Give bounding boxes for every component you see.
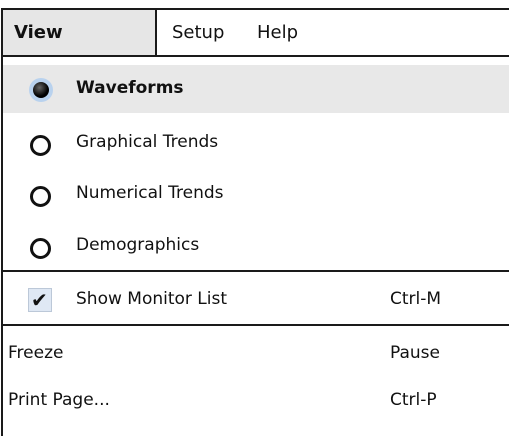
radio-unselected-icon bbox=[30, 135, 51, 156]
menu-view-label: View bbox=[14, 22, 63, 43]
menu-bar: View Setup Help bbox=[0, 0, 509, 58]
menu-item-demographics-label: Demographics bbox=[76, 235, 200, 255]
menu-item-demographics[interactable]: Demographics bbox=[3, 222, 509, 270]
radio-unselected-icon bbox=[30, 186, 51, 207]
menu-item-show-monitor-list-label: Show Monitor List bbox=[76, 289, 228, 309]
menu-item-freeze-label: Freeze bbox=[8, 343, 64, 363]
shortcut-label: Ctrl-P bbox=[390, 390, 437, 410]
menu-item-numerical-trends-label: Numerical Trends bbox=[76, 183, 224, 203]
menu-item-show-monitor-list[interactable]: ✔ Show Monitor List Ctrl-M bbox=[3, 276, 509, 324]
menu-view[interactable]: View bbox=[1, 8, 157, 57]
menu-separator bbox=[3, 324, 509, 326]
shortcut-label: Pause bbox=[390, 343, 440, 363]
radio-unselected-icon bbox=[30, 238, 51, 259]
menu-item-graphical-trends-label: Graphical Trends bbox=[76, 132, 219, 152]
checkmark-icon: ✔ bbox=[28, 288, 52, 312]
menu-item-waveforms-label: Waveforms bbox=[76, 78, 184, 98]
radio-selected-icon bbox=[29, 78, 53, 102]
menu-item-numerical-trends[interactable]: Numerical Trends bbox=[3, 170, 509, 218]
menu-separator bbox=[3, 270, 509, 272]
menu-item-print-page-label: Print Page... bbox=[8, 390, 110, 410]
menu-screen: View Setup Help Waveforms Graphical Tren… bbox=[0, 0, 509, 436]
menu-item-freeze[interactable]: Freeze Pause bbox=[3, 330, 509, 378]
shortcut-label: Ctrl-M bbox=[390, 289, 442, 309]
menu-help[interactable]: Help bbox=[257, 22, 298, 43]
menu-setup[interactable]: Setup bbox=[172, 22, 224, 43]
menu-item-print-page[interactable]: Print Page... Ctrl-P bbox=[3, 377, 509, 425]
menu-item-waveforms[interactable]: Waveforms bbox=[3, 65, 509, 113]
menu-bar-rest: Setup Help bbox=[157, 8, 509, 57]
menu-item-graphical-trends[interactable]: Graphical Trends bbox=[3, 119, 509, 167]
